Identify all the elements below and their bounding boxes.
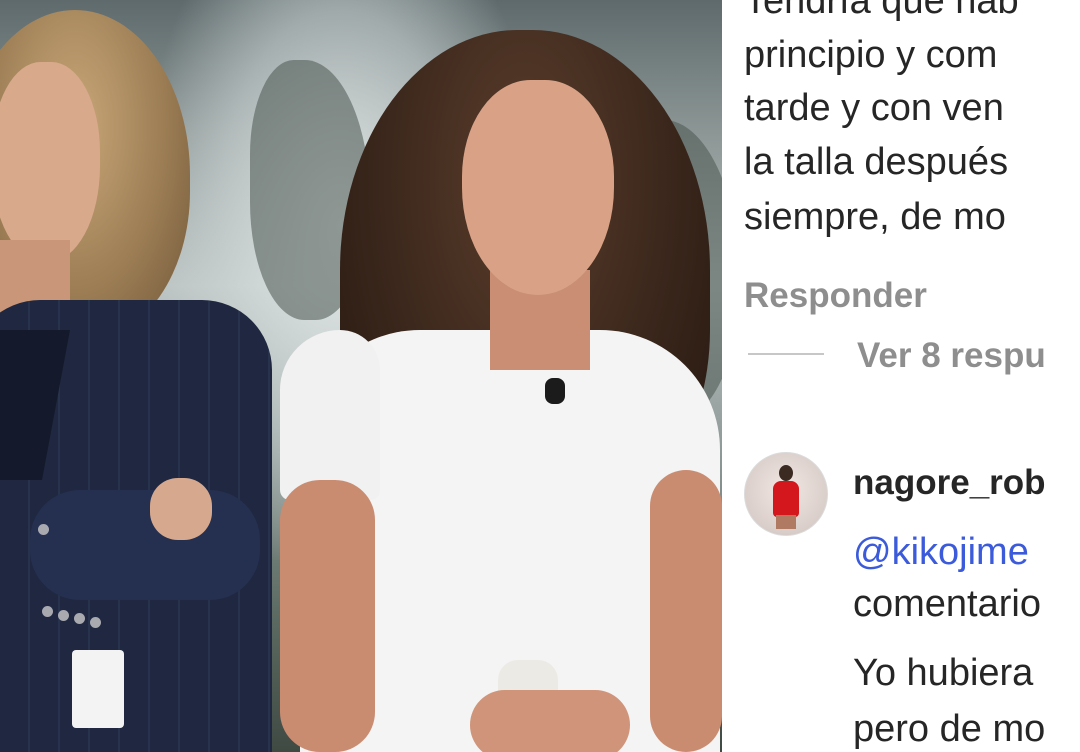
replies-divider: [748, 353, 824, 355]
comment-thread-panel: Tendría que hab principio y com tarde y …: [722, 0, 1080, 752]
presenter-left-face: [0, 62, 100, 262]
presenter-left-crossed-arm: [30, 490, 260, 600]
avatar-figure-head: [779, 465, 793, 481]
avatar-figure-legs: [776, 515, 796, 529]
presenter-right-right-arm: [650, 470, 722, 752]
mention-link[interactable]: @kikojime: [853, 533, 1029, 571]
tv-still-photo: [0, 0, 722, 752]
lapel-microphone-icon: [545, 378, 565, 404]
presenter-right-hands: [470, 690, 630, 752]
presenter-right-left-arm: [280, 480, 375, 752]
blazer-button: [90, 617, 101, 628]
avatar[interactable]: [744, 452, 828, 536]
reply-button[interactable]: Responder: [744, 276, 927, 316]
comment-text-line: principio y com: [744, 34, 998, 76]
reply-username[interactable]: nagore_rob: [853, 463, 1046, 503]
comment-text-line: siempre, de mo: [744, 196, 1006, 238]
comment-text-line: tarde y con ven: [744, 87, 1004, 129]
blazer-button: [74, 613, 85, 624]
blazer-button: [38, 524, 49, 535]
avatar-figure-dress: [773, 481, 799, 517]
presenter-left-hand: [150, 478, 212, 540]
presenter-left-cuff: [72, 650, 124, 728]
reply-text-line: comentario: [853, 583, 1041, 625]
comment-text-line: Tendría que hab: [744, 0, 1019, 22]
comment-text-line: la talla después: [744, 141, 1009, 183]
blazer-button: [58, 610, 69, 621]
presenter-right-sleeve: [280, 330, 380, 500]
view-replies-button[interactable]: Ver 8 respu: [857, 336, 1046, 376]
reply-text-line: Yo hubiera: [853, 652, 1034, 694]
blazer-button: [42, 606, 53, 617]
reply-text-line: pero de mo: [853, 708, 1046, 750]
presenter-right-face: [462, 80, 614, 295]
